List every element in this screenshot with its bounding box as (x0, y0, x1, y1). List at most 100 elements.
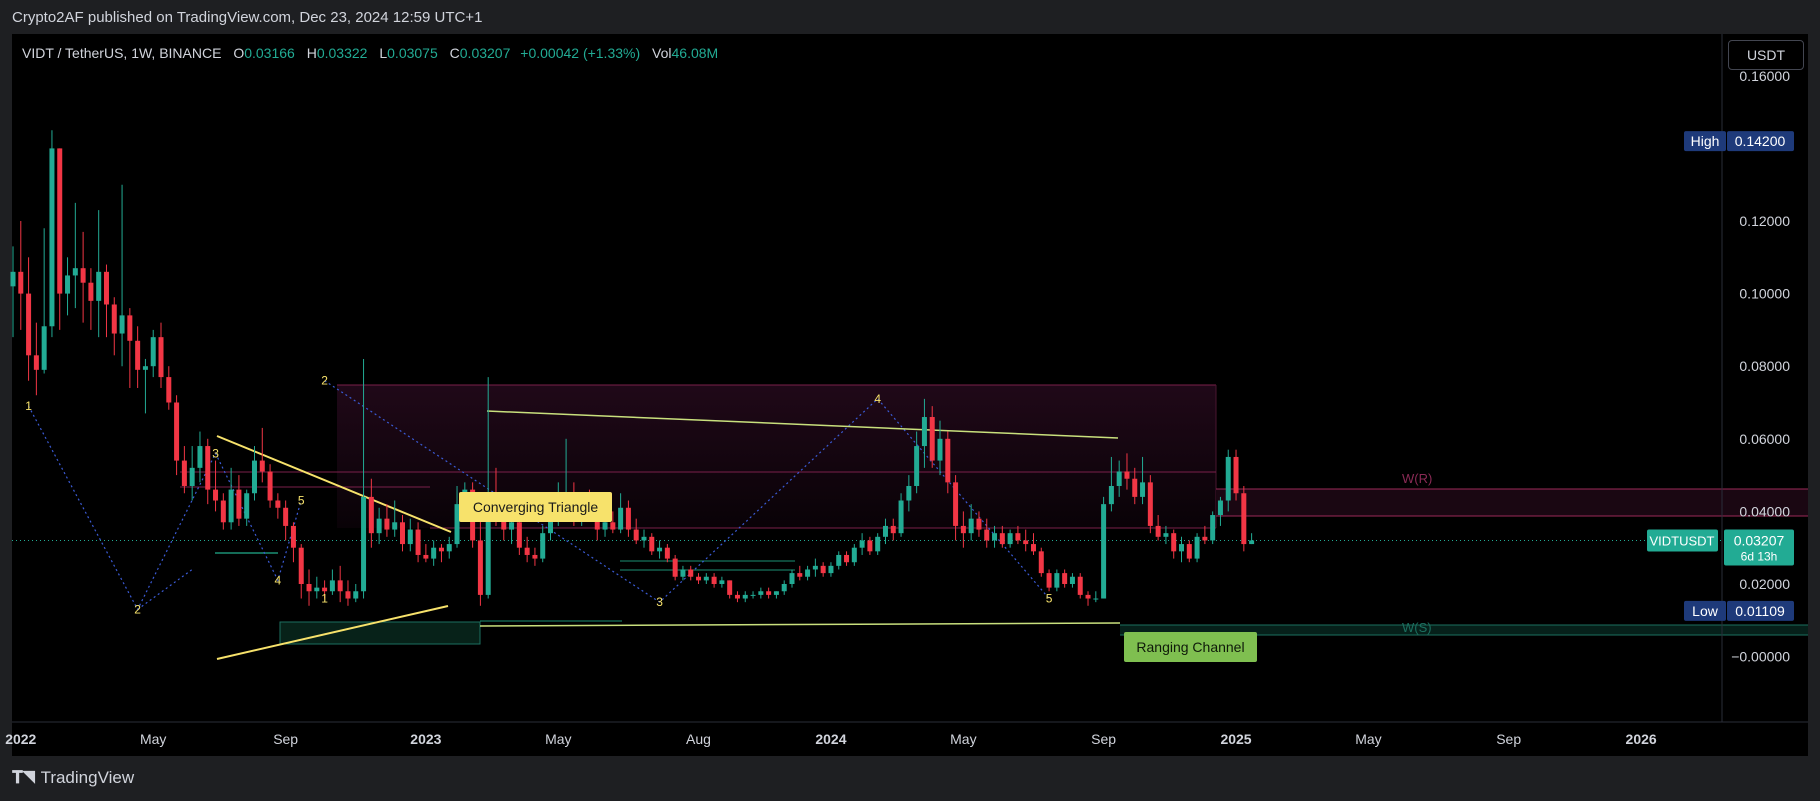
candle-body (867, 540, 873, 552)
candle-body (976, 518, 982, 530)
candle-body (984, 529, 990, 541)
candle-body (41, 326, 47, 370)
candle-body (789, 573, 795, 584)
candle-body (773, 591, 779, 595)
candle-body (1186, 544, 1192, 559)
candle-body (1233, 456, 1239, 494)
candle-body (516, 522, 522, 548)
candle-body (828, 565, 834, 574)
x-tick-label: May (140, 731, 166, 747)
candle-body (236, 489, 242, 519)
candle-body (960, 525, 966, 534)
wave-label: 4 (275, 573, 282, 587)
wave-label: 1 (321, 592, 328, 606)
candle-body (1155, 525, 1161, 537)
candle-body (968, 518, 974, 534)
wave-label: 2 (134, 602, 141, 616)
candle-body (937, 438, 943, 461)
candle-body (851, 547, 857, 563)
candle-body (18, 271, 24, 294)
candle-body (859, 540, 865, 548)
candle-body (119, 315, 125, 334)
y-tick-label: 0.06000 (1739, 431, 1790, 447)
candle-body (290, 525, 296, 548)
candle-body (805, 569, 811, 577)
candle-body (1015, 533, 1021, 541)
candle-body (345, 591, 351, 599)
x-tick-label: May (950, 731, 976, 747)
wave-label: 2 (321, 374, 328, 388)
candle-body (400, 522, 405, 545)
candle-body (532, 554, 538, 559)
candle-body (88, 282, 94, 301)
wr-label: W(R) (1402, 471, 1432, 486)
volume-value: 46.08M (671, 45, 719, 61)
candle-body (540, 533, 546, 559)
candle-body (641, 536, 647, 541)
x-tick-label: Sep (1091, 731, 1116, 747)
close-label: C (449, 45, 460, 61)
high-value: 0.14200 (1735, 133, 1786, 149)
wave-label: 3 (212, 446, 219, 460)
wave-path-1b (137, 568, 193, 610)
candle-body (337, 580, 343, 592)
candle-body (680, 569, 686, 577)
x-tick-label: Sep (1496, 731, 1521, 747)
candle-body (446, 544, 452, 552)
candle-body (329, 580, 335, 592)
y-tick-label: −0.00000 (1731, 649, 1790, 665)
candle-body (1147, 482, 1153, 526)
candle-body (875, 536, 881, 552)
candle-body (244, 493, 250, 519)
candle-body (1132, 478, 1138, 497)
candle-body (734, 594, 740, 599)
high-label: H (306, 45, 317, 61)
candle-body (431, 547, 437, 559)
candle-body (914, 446, 920, 486)
candle-body (633, 529, 639, 541)
tradingview-logo[interactable]: 𝐓◥ TradingView (12, 768, 134, 788)
wave-label: 3 (656, 595, 663, 609)
open-value: 0.03166 (244, 45, 295, 61)
candle-body (181, 460, 187, 486)
candle-body (602, 522, 608, 530)
candle-body (664, 547, 670, 559)
candle-body (259, 460, 265, 472)
candle-body (1077, 576, 1083, 595)
candle-body (890, 525, 896, 534)
candle-body (1194, 536, 1200, 559)
candle-body (1108, 485, 1114, 505)
candle-body (477, 540, 483, 595)
candle-body (1179, 544, 1184, 552)
candle-body (1085, 594, 1091, 599)
x-tick-label: May (545, 731, 571, 747)
candle-body (929, 417, 935, 461)
candle-body (1007, 533, 1013, 545)
currency-button[interactable]: USDT (1728, 40, 1804, 70)
candle-body (625, 507, 631, 530)
chart-canvas[interactable]: 1 2 3 4 5 1 2 3 4 5 Converging Triangle Ranging Cha… (0, 0, 1820, 801)
channel-lower-line (479, 622, 1121, 627)
candle-body (103, 271, 109, 305)
candle-body (727, 580, 733, 595)
candle-body (26, 293, 32, 356)
x-tick-label: May (1355, 731, 1381, 747)
candle-body (1069, 576, 1075, 584)
candle-body (750, 594, 756, 596)
candle-body (1023, 540, 1029, 545)
candle-body (758, 591, 764, 595)
x-tick-label: Aug (686, 731, 711, 747)
ranging-channel-label: Ranging Channel (1136, 639, 1244, 655)
symbol-name[interactable]: VIDT / TetherUS, 1W, BINANCE (22, 45, 221, 61)
x-tick-label: 2025 (1220, 731, 1251, 747)
candle-body (127, 315, 133, 341)
candle-body (688, 569, 694, 577)
candle-body (898, 500, 904, 534)
y-tick-label: 0.16000 (1739, 68, 1790, 84)
candle-body (657, 547, 663, 552)
candle-body (797, 573, 803, 577)
tradingview-icon: 𝐓◥ (12, 768, 36, 787)
candle-body (407, 529, 413, 545)
candle-body (992, 533, 998, 541)
candle-body (1225, 456, 1231, 501)
